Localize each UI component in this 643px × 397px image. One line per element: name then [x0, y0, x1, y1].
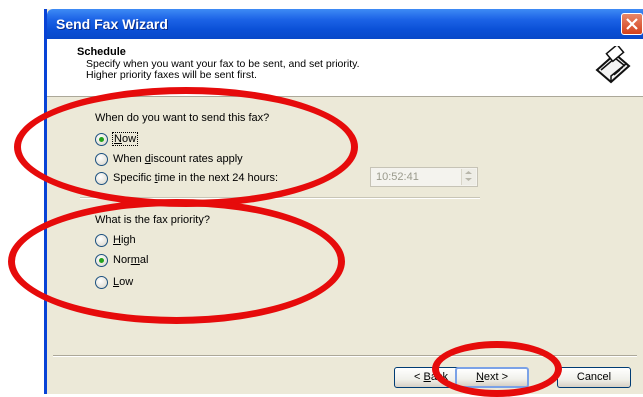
time-value: 10:52:41: [376, 171, 419, 183]
radio-specific-time[interactable]: Specific time in the next 24 hours:: [95, 170, 278, 186]
window-title: Send Fax Wizard: [56, 16, 168, 32]
wizard-header: Schedule Specify when you want your fax …: [47, 39, 643, 97]
radio-button[interactable]: [95, 233, 108, 247]
send-time-question: When do you want to send this fax?: [95, 112, 270, 124]
fax-machine-icon: [595, 46, 631, 84]
send-fax-wizard-window: Send Fax Wizard Schedule Specify when yo…: [44, 9, 643, 394]
page-subtitle: Specify when you want your fax to be sen…: [86, 59, 360, 81]
priority-question: What is the fax priority?: [95, 214, 210, 226]
radio-label: Normal: [113, 254, 149, 266]
radio-label: Now: [111, 132, 139, 146]
radio-label: Specific time in the next 24 hours:: [113, 172, 279, 184]
radio-button[interactable]: [95, 132, 108, 146]
subtitle-line: Higher priority faxes will be sent first…: [86, 69, 257, 81]
next-button[interactable]: Next >: [455, 367, 529, 388]
radio-button[interactable]: [95, 171, 108, 185]
page-title: Schedule: [77, 46, 126, 58]
radio-label: Low: [113, 276, 134, 288]
section-divider: [80, 197, 480, 199]
time-picker[interactable]: 10:52:41: [370, 167, 478, 187]
radio-label: When discount rates apply: [113, 153, 243, 165]
radio-high[interactable]: High: [95, 232, 136, 248]
radio-discount-rates[interactable]: When discount rates apply: [95, 151, 243, 167]
close-button[interactable]: [621, 13, 643, 35]
radio-button[interactable]: [95, 275, 108, 289]
radio-now[interactable]: Now: [95, 131, 139, 147]
radio-button[interactable]: [95, 253, 108, 267]
radio-label: High: [113, 234, 136, 246]
title-bar[interactable]: Send Fax Wizard: [47, 9, 643, 39]
radio-button[interactable]: [95, 152, 108, 166]
time-spinner[interactable]: [461, 169, 476, 185]
radio-normal[interactable]: Normal: [95, 252, 148, 268]
radio-low[interactable]: Low: [95, 274, 133, 290]
button-divider: [53, 355, 637, 357]
cancel-button[interactable]: Cancel: [557, 367, 631, 388]
spin-arrows-icon: [465, 171, 472, 181]
close-icon: [626, 18, 638, 30]
